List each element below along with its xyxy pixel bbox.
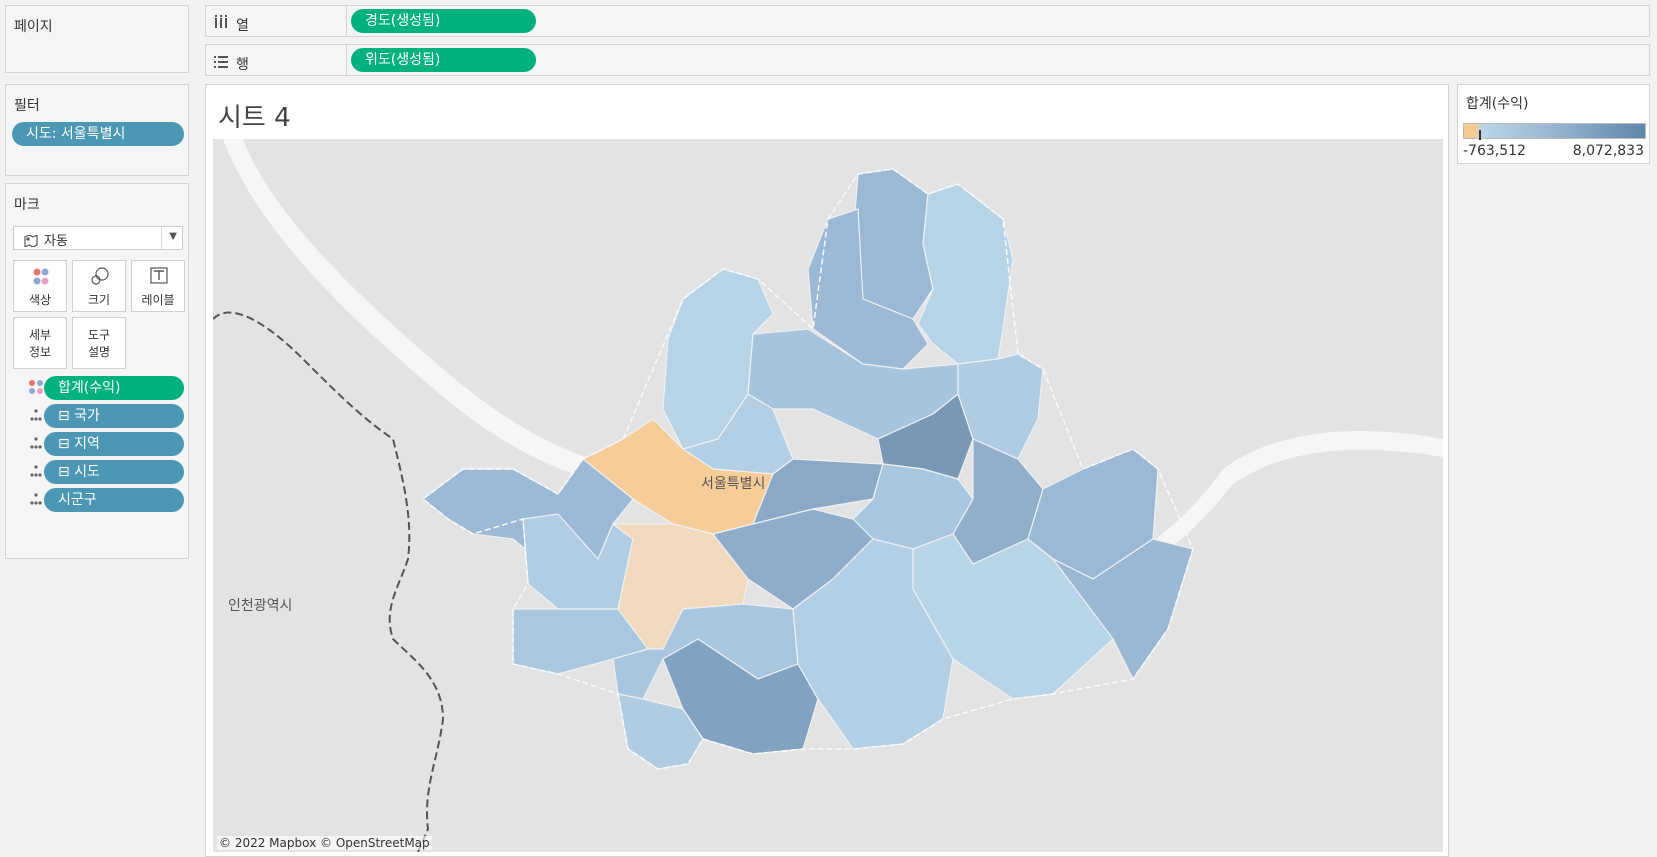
mark-card-country[interactable]: ⊟ 국가 [44,404,184,428]
dropdown-divider [161,227,162,249]
size-button[interactable]: 크기 [72,260,126,312]
chevron-down-icon[interactable]: ▼ [169,231,177,242]
color-dots-icon [28,379,44,395]
text-t-icon [132,267,184,287]
detail-icon [28,463,44,479]
map-view[interactable]: 서울특별시 인천광역시 © 2022 Mapbox © OpenStreetMa… [213,139,1443,852]
mark-card-sigungu[interactable]: 시군구 [44,488,184,512]
detail-label-line1: 세부 [28,328,52,342]
sheet-title: 시트 4 [218,103,291,133]
legend-max: 8,072,833 [1572,143,1644,159]
shelf-divider [346,6,347,36]
size-label: 크기 [87,293,111,307]
detail-button[interactable]: 세부 정보 [13,317,67,369]
mark-card-region[interactable]: ⊟ 지역 [44,432,184,456]
columns-label: 열 [236,18,249,34]
mark-type-dropdown[interactable]: 자동 ▼ [13,226,183,250]
color-label: 색상 [28,293,52,307]
worksheet: 시트 4 서울특별시 인천광역시 © 2022 Mapbox © OpenStr… [205,84,1449,857]
map-attribution[interactable]: © 2022 Mapbox © OpenStreetMap [217,836,432,850]
detail-icon [28,435,44,451]
mark-card-profit[interactable]: 합계(수익) [44,376,184,400]
detail-label-line2: 정보 [28,345,52,359]
legend-zero-marker [1479,130,1481,140]
seoul-district-map[interactable] [213,139,1443,852]
legend-title: 합계(수익) [1466,96,1529,112]
detail-icon [28,491,44,507]
filter-pill-sido[interactable]: 시도: 서울특별시 [12,122,184,146]
detail-icon [28,407,44,423]
label-label: 레이블 [141,293,175,307]
map-label-seoul: 서울특별시 [701,476,766,492]
map-mark-icon [24,232,38,248]
mark-type-value: 자동 [44,234,68,249]
size-icon [73,267,125,287]
filters-panel: 필터 시도: 서울특별시 [5,84,189,176]
marks-title: 마크 [14,197,40,213]
latitude-pill[interactable]: 위도(생성됨) [351,48,536,72]
marks-panel: 마크 자동 ▼ 색상 크기 레이블 세부 정보 도구 설명 합계(수익) ⊟ 국… [5,183,189,559]
map-label-incheon: 인천광역시 [228,598,293,614]
district-north-1[interactable] [852,168,934,320]
rows-shelf[interactable]: 행 위도(생성됨) [205,44,1650,76]
mark-card-sido[interactable]: ⊟ 시도 [44,460,184,484]
shelf-divider [346,45,347,75]
legend-min: -763,512 [1463,143,1526,159]
longitude-pill[interactable]: 경도(생성됨) [351,9,536,33]
color-legend[interactable]: 합계(수익) -763,512 8,072,833 [1457,84,1650,164]
tooltip-button[interactable]: 도구 설명 [72,317,126,369]
rows-icon [214,54,228,68]
columns-icon [214,14,228,28]
rows-label: 행 [236,57,249,73]
legend-gradient [1463,123,1646,140]
tooltip-label-line1: 도구 [87,328,111,342]
columns-shelf[interactable]: 열 경도(생성됨) [205,5,1650,37]
label-button[interactable]: 레이블 [131,260,185,312]
color-button[interactable]: 색상 [13,260,67,312]
color-dots-icon [14,267,66,287]
tooltip-label-line2: 설명 [87,345,111,359]
pages-title: 페이지 [14,19,53,35]
pages-panel: 페이지 [5,5,189,73]
filters-title: 필터 [14,98,40,114]
